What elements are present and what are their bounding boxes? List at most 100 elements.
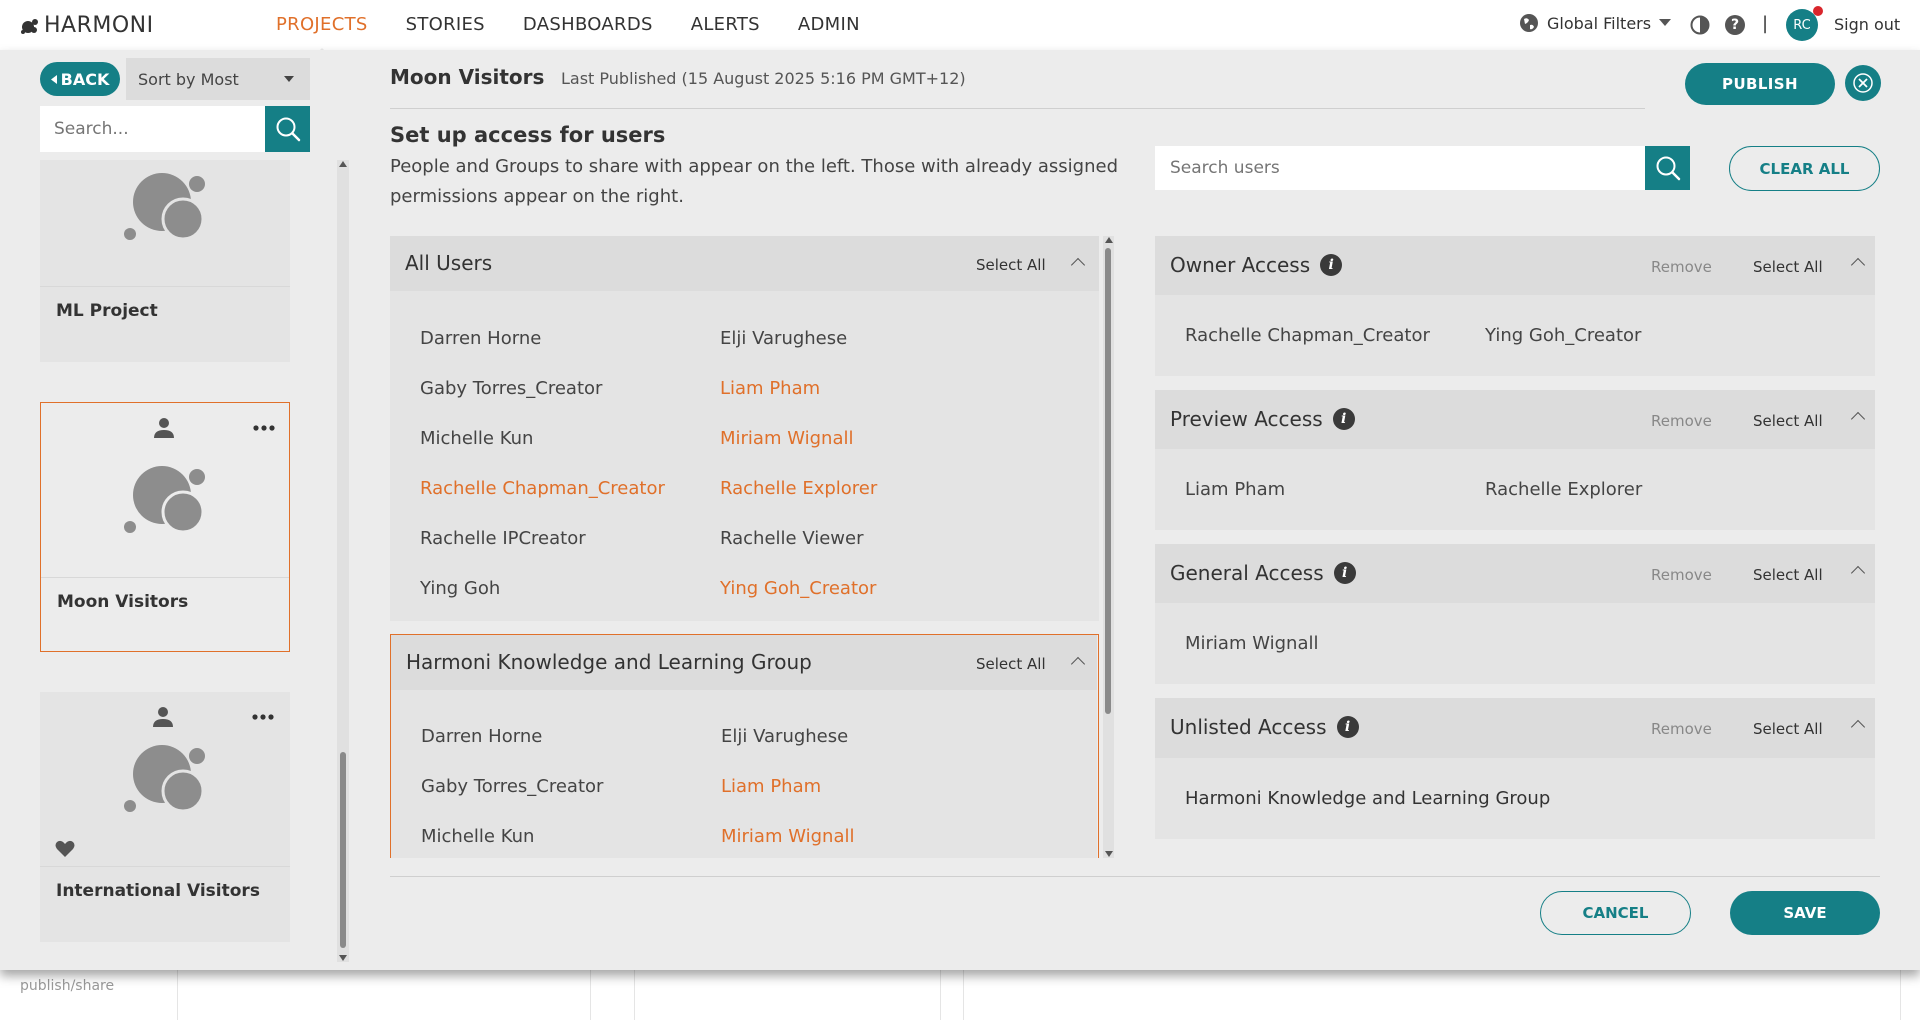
member-item[interactable]: Michelle Kun bbox=[420, 428, 533, 449]
underlay-divider bbox=[940, 970, 941, 1020]
select-all-button[interactable]: Select All bbox=[976, 655, 1046, 673]
user-search-input[interactable] bbox=[1155, 146, 1645, 190]
chevron-up-icon[interactable] bbox=[1850, 565, 1866, 581]
help-icon[interactable]: ? bbox=[1725, 15, 1745, 35]
info-icon[interactable]: i bbox=[1333, 562, 1356, 584]
global-filters-dropdown[interactable]: Global Filters bbox=[1519, 13, 1672, 33]
chevron-up-icon[interactable] bbox=[1070, 656, 1086, 672]
sidebar-search-input[interactable] bbox=[40, 106, 265, 152]
access-member-item[interactable]: Rachelle Chapman_Creator bbox=[1185, 325, 1430, 346]
sidebar-scrollbar[interactable] bbox=[337, 160, 349, 962]
scroll-down-arrow-icon[interactable] bbox=[1105, 851, 1113, 857]
groups-scrollbar[interactable] bbox=[1103, 236, 1114, 858]
global-filters-label: Global Filters bbox=[1547, 13, 1652, 33]
access-member-item[interactable]: Rachelle Explorer bbox=[1485, 479, 1642, 500]
logo-icon bbox=[21, 18, 38, 34]
underlay-divider bbox=[177, 970, 178, 1020]
member-item[interactable]: Liam Pham bbox=[720, 378, 820, 399]
member-item[interactable]: Darren Horne bbox=[421, 726, 542, 747]
remove-button[interactable]: Remove bbox=[1651, 566, 1712, 584]
publish-button[interactable]: PUBLISH bbox=[1685, 63, 1835, 105]
access-members: Liam Pham Rachelle Explorer bbox=[1155, 449, 1875, 530]
select-all-button[interactable]: Select All bbox=[1753, 258, 1823, 276]
project-card-ml-project[interactable]: ML Project bbox=[40, 160, 290, 362]
group-header[interactable]: All Users Select All bbox=[390, 236, 1099, 291]
card-title: ML Project bbox=[56, 301, 158, 321]
chevron-up-icon[interactable] bbox=[1070, 257, 1086, 273]
sign-out-link[interactable]: Sign out bbox=[1834, 15, 1900, 34]
select-all-button[interactable]: Select All bbox=[1753, 720, 1823, 738]
setup-description: People and Groups to share with appear o… bbox=[390, 156, 1118, 207]
member-item[interactable]: Miriam Wignall bbox=[720, 428, 854, 449]
nav-admin[interactable]: ADMIN bbox=[798, 0, 860, 50]
info-icon[interactable]: i bbox=[1320, 254, 1343, 276]
access-member-item[interactable]: Liam Pham bbox=[1185, 479, 1285, 500]
access-header: Unlisted Access i Remove Select All bbox=[1155, 698, 1875, 758]
user-search-button[interactable] bbox=[1645, 146, 1690, 190]
member-item[interactable]: Rachelle Explorer bbox=[720, 478, 877, 499]
last-published-text: Last Published (15 August 2025 5:16 PM G… bbox=[561, 69, 966, 88]
nav-alerts[interactable]: ALERTS bbox=[691, 0, 760, 50]
chevron-up-icon[interactable] bbox=[1850, 257, 1866, 273]
select-all-button[interactable]: Select All bbox=[1753, 566, 1823, 584]
member-item[interactable]: Ying Goh bbox=[420, 578, 500, 599]
groups-scrollbar-thumb[interactable] bbox=[1105, 248, 1111, 714]
harmoni-logo[interactable]: HARMONI bbox=[20, 13, 154, 38]
member-item[interactable]: Gaby Torres_Creator bbox=[421, 776, 603, 797]
search-icon bbox=[1656, 156, 1680, 181]
nav-stories[interactable]: STORIES bbox=[406, 0, 485, 50]
access-member-item[interactable]: Ying Goh_Creator bbox=[1485, 325, 1641, 346]
save-button[interactable]: SAVE bbox=[1730, 891, 1880, 935]
member-item[interactable]: Liam Pham bbox=[721, 776, 821, 797]
header-divider bbox=[390, 108, 1645, 109]
member-item[interactable]: Gaby Torres_Creator bbox=[420, 378, 602, 399]
user-groups-list: All Users Select All Darren Horne Elji V… bbox=[390, 236, 1099, 858]
chevron-up-icon[interactable] bbox=[1850, 411, 1866, 427]
sidebar-search-button[interactable] bbox=[265, 106, 310, 152]
select-all-button[interactable]: Select All bbox=[1753, 412, 1823, 430]
access-name: Preview Access bbox=[1170, 407, 1323, 431]
access-member-item[interactable]: Miriam Wignall bbox=[1185, 633, 1319, 654]
member-item[interactable]: Rachelle Viewer bbox=[720, 528, 864, 549]
remove-button[interactable]: Remove bbox=[1651, 720, 1712, 738]
more-options-icon[interactable] bbox=[252, 714, 274, 720]
underlay-divider bbox=[634, 970, 635, 1020]
sidebar-scrollbar-thumb[interactable] bbox=[340, 752, 346, 948]
cancel-button[interactable]: CANCEL bbox=[1540, 891, 1691, 935]
nav-dashboards[interactable]: DASHBOARDS bbox=[523, 0, 653, 50]
access-members: Miriam Wignall bbox=[1155, 603, 1875, 684]
close-button[interactable] bbox=[1845, 65, 1881, 101]
info-icon[interactable]: i bbox=[1332, 408, 1355, 430]
card-divider bbox=[41, 577, 289, 578]
scroll-down-arrow-icon[interactable] bbox=[339, 955, 347, 961]
sort-select[interactable]: Sort by Most bbox=[126, 58, 310, 100]
member-item[interactable]: Darren Horne bbox=[420, 328, 541, 349]
remove-button[interactable]: Remove bbox=[1651, 412, 1712, 430]
contrast-icon[interactable] bbox=[1690, 15, 1710, 35]
member-item[interactable]: Elji Varughese bbox=[721, 726, 848, 747]
remove-button[interactable]: Remove bbox=[1651, 258, 1712, 276]
scroll-up-arrow-icon[interactable] bbox=[1105, 237, 1113, 243]
clear-all-button[interactable]: CLEAR ALL bbox=[1729, 146, 1880, 191]
member-item[interactable]: Michelle Kun bbox=[421, 826, 534, 847]
back-button[interactable]: BACK bbox=[40, 62, 120, 96]
project-card-moon-visitors[interactable]: Moon Visitors bbox=[40, 402, 290, 652]
member-item[interactable]: Miriam Wignall bbox=[721, 826, 855, 847]
project-card-international-visitors[interactable]: International Visitors bbox=[40, 692, 290, 942]
group-members: Darren Horne Elji Varughese Gaby Torres_… bbox=[390, 291, 1099, 621]
more-options-icon[interactable] bbox=[253, 425, 275, 431]
select-all-button[interactable]: Select All bbox=[976, 256, 1046, 274]
group-header[interactable]: Harmoni Knowledge and Learning Group Sel… bbox=[391, 635, 1097, 690]
nav-projects[interactable]: PROJECTS bbox=[276, 0, 368, 56]
favorite-heart-icon[interactable] bbox=[55, 840, 75, 858]
back-label: BACK bbox=[60, 69, 110, 89]
access-member-item[interactable]: Harmoni Knowledge and Learning Group bbox=[1185, 788, 1550, 809]
access-name: General Access bbox=[1170, 561, 1324, 585]
member-item[interactable]: Elji Varughese bbox=[720, 328, 847, 349]
member-item[interactable]: Ying Goh_Creator bbox=[720, 578, 876, 599]
member-item[interactable]: Rachelle IPCreator bbox=[420, 528, 586, 549]
member-item[interactable]: Rachelle Chapman_Creator bbox=[420, 478, 665, 499]
scroll-up-arrow-icon[interactable] bbox=[339, 161, 347, 167]
info-icon[interactable]: i bbox=[1336, 716, 1359, 738]
chevron-up-icon[interactable] bbox=[1850, 719, 1866, 735]
